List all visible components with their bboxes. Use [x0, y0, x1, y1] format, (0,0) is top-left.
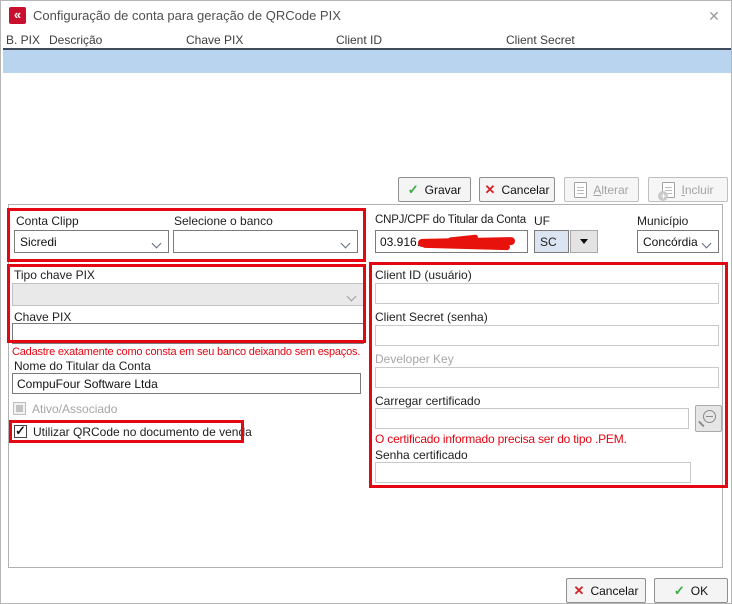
- senha-certificado-label: Senha certificado: [375, 448, 468, 462]
- app-logo-icon: «: [9, 7, 26, 24]
- banco-label: Selecione o banco: [174, 214, 273, 228]
- certificado-hint: O certificado informado precisa ser do t…: [375, 432, 627, 446]
- chave-pix-label: Chave PIX: [14, 310, 71, 324]
- tipo-chave-label: Tipo chave PIX: [14, 268, 95, 282]
- banco-select[interactable]: [173, 230, 358, 253]
- add-button[interactable]: Incluir: [648, 177, 728, 202]
- developer-key-input[interactable]: [375, 367, 719, 388]
- close-icon: ✕: [708, 8, 720, 24]
- cnpj-label: CNPJ/CPF do Titular da Conta: [375, 214, 526, 226]
- chevron-down-icon: [341, 239, 351, 249]
- certificado-input[interactable]: [375, 408, 689, 429]
- footer-cancel-button[interactable]: ✕ Cancelar: [566, 578, 646, 603]
- check-icon: ✓: [674, 584, 685, 597]
- senha-certificado-input[interactable]: [375, 462, 691, 483]
- grid-header-cell-client-secret: Client Secret: [506, 33, 575, 47]
- footer-cancel-label: Cancelar: [590, 584, 638, 598]
- client-id-label: Client ID (usuário): [375, 268, 472, 282]
- grid-header-cell-chave-pix: Chave PIX: [186, 33, 243, 47]
- municipio-select[interactable]: Concórdia: [637, 230, 719, 253]
- close-button[interactable]: ✕: [701, 4, 727, 28]
- municipio-value: Concórdia: [643, 235, 698, 249]
- edit-button-label: Alterar: [593, 183, 628, 197]
- conta-clipp-select[interactable]: Sicredi: [14, 230, 169, 253]
- dropdown-arrow-icon: [580, 239, 588, 244]
- ativo-checkbox-label: Ativo/Associado: [32, 402, 117, 416]
- cross-icon: ✕: [485, 183, 496, 196]
- uf-label: UF: [534, 214, 550, 228]
- certificado-browse-button[interactable]: [695, 405, 722, 432]
- municipio-label: Município: [637, 214, 688, 228]
- check-icon: ✓: [408, 183, 419, 196]
- grid-header-cell-client-id: Client ID: [336, 33, 382, 47]
- grid-header-cell-descricao: Descrição: [49, 33, 102, 47]
- save-button-label: Gravar: [425, 183, 462, 197]
- uf-dropdown-button[interactable]: [570, 230, 598, 253]
- qrcode-checkbox-label: Utilizar QRCode no documento de venda: [33, 425, 252, 439]
- document-icon: [574, 182, 587, 198]
- window-titlebar: « Configuração de conta para geração de …: [1, 1, 732, 30]
- tipo-chave-select[interactable]: [12, 283, 364, 306]
- save-button[interactable]: ✓ Gravar: [398, 177, 471, 202]
- client-id-input[interactable]: [375, 283, 719, 304]
- grid-selected-row[interactable]: [3, 50, 731, 73]
- cancel-button[interactable]: ✕ Cancelar: [479, 177, 555, 202]
- document-add-icon: [662, 182, 675, 198]
- pix-config-dialog: « Configuração de conta para geração de …: [0, 0, 732, 604]
- edit-button[interactable]: Alterar: [564, 177, 639, 202]
- nome-titular-input[interactable]: [12, 373, 361, 394]
- magnifier-icon: [703, 410, 716, 423]
- qrcode-checkbox[interactable]: ✓: [14, 425, 27, 438]
- chave-pix-hint: Cadastre exatamente como consta em seu b…: [12, 346, 360, 358]
- footer-ok-button[interactable]: ✓ OK: [654, 578, 728, 603]
- nome-titular-label: Nome do Titular da Conta: [14, 359, 151, 373]
- grid-header-cell-bpix: B. PIX: [6, 33, 40, 47]
- cross-icon: ✕: [574, 584, 585, 597]
- footer-ok-label: OK: [691, 584, 708, 598]
- client-secret-input[interactable]: [375, 325, 719, 346]
- chave-pix-input[interactable]: [12, 323, 364, 344]
- uf-select-value[interactable]: SC: [534, 230, 569, 253]
- chevron-down-icon: [702, 239, 712, 249]
- window-title: Configuração de conta para geração de QR…: [33, 8, 341, 23]
- add-button-label: Incluir: [681, 183, 713, 197]
- conta-clipp-value: Sicredi: [20, 235, 57, 249]
- ativo-checkbox[interactable]: [13, 402, 26, 415]
- checkmark-icon: ✓: [15, 423, 26, 439]
- certificado-label: Carregar certificado: [375, 394, 480, 408]
- cnpj-input[interactable]: [375, 230, 528, 253]
- cancel-button-label: Cancelar: [501, 183, 549, 197]
- conta-clipp-label: Conta Clipp: [16, 214, 79, 228]
- chevron-down-icon: [347, 292, 357, 302]
- developer-key-label: Developer Key: [375, 352, 454, 366]
- client-secret-label: Client Secret (senha): [375, 310, 488, 324]
- chevron-down-icon: [152, 239, 162, 249]
